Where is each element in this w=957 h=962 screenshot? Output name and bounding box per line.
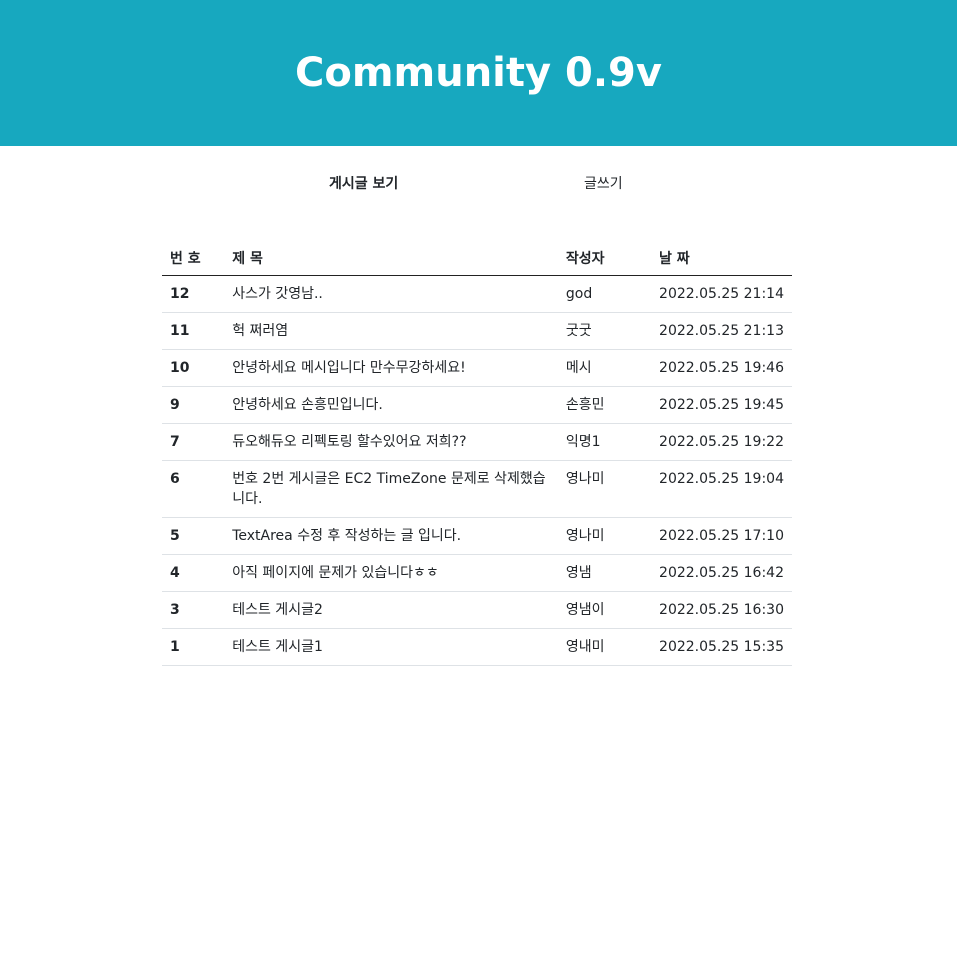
post-number: 7 — [162, 423, 225, 461]
post-list: 12 사스가 갓영남.. god 2022.05.25 21:14 11 헉 쩌러염 굿굿 2… — [162, 275, 792, 666]
post-author: 영내미 — [557, 628, 652, 666]
site-title: Community 0.9v — [295, 50, 662, 96]
table-header-row: 번 호 제 목 작성자 날 짜 — [162, 240, 792, 276]
table-row[interactable]: 3 테스트 게시글2 영냄이 2022.05.25 16:30 — [162, 591, 792, 629]
post-number: 4 — [162, 554, 225, 592]
post-title[interactable]: TextArea 수정 후 작성하는 글 입니다. — [224, 517, 558, 555]
post-author: 손흥민 — [557, 386, 652, 424]
post-title[interactable]: 안녕하세요 메시입니다 만수무강하세요! — [224, 349, 558, 387]
post-author: 메시 — [557, 349, 652, 387]
post-date: 2022.05.25 19:22 — [651, 423, 792, 461]
header-author: 작성자 — [557, 240, 652, 276]
post-number: 1 — [162, 628, 225, 666]
post-date: 2022.05.25 21:13 — [651, 312, 792, 350]
table-row[interactable]: 9 안녕하세요 손흥민입니다. 손흥민 2022.05.25 19:45 — [162, 386, 792, 424]
table-row[interactable]: 12 사스가 갓영남.. god 2022.05.25 21:14 — [162, 275, 792, 313]
post-date: 2022.05.25 21:14 — [651, 275, 792, 313]
post-title[interactable]: 사스가 갓영남.. — [224, 275, 558, 313]
post-date: 2022.05.25 19:46 — [651, 349, 792, 387]
post-number: 9 — [162, 386, 225, 424]
post-title[interactable]: 듀오해듀오 리펙토링 할수있어요 저희?? — [224, 423, 558, 461]
post-date: 2022.05.25 16:42 — [651, 554, 792, 592]
board-nav: 게시글 보기 글쓰기 — [0, 174, 957, 194]
post-author: 영나미 — [557, 517, 652, 555]
post-author: 영나미 — [557, 460, 652, 518]
post-title[interactable]: 아직 페이지에 문제가 있습니다ㅎㅎ — [224, 554, 558, 592]
table-row[interactable]: 7 듀오해듀오 리펙토링 할수있어요 저희?? 익명1 2022.05.25 19:2… — [162, 423, 792, 461]
table-row[interactable]: 10 안녕하세요 메시입니다 만수무강하세요! 메시 2022.05.25 19:46 — [162, 349, 792, 387]
post-author: 굿굿 — [557, 312, 652, 350]
post-date: 2022.05.25 17:10 — [651, 517, 792, 555]
post-author: 영냄 — [557, 554, 652, 592]
post-date: 2022.05.25 15:35 — [651, 628, 792, 666]
post-title[interactable]: 테스트 게시글1 — [224, 628, 558, 666]
post-number: 6 — [162, 460, 225, 518]
post-number: 11 — [162, 312, 225, 350]
view-posts-link[interactable]: 게시글 보기 — [329, 174, 398, 194]
header-num: 번 호 — [162, 240, 225, 276]
post-number: 5 — [162, 517, 225, 555]
write-post-link[interactable]: 글쓰기 — [584, 174, 623, 194]
header-date: 날 짜 — [651, 240, 792, 276]
post-author: 익명1 — [557, 423, 652, 461]
table-row[interactable]: 11 헉 쩌러염 굿굿 2022.05.25 21:13 — [162, 312, 792, 350]
post-title[interactable]: 테스트 게시글2 — [224, 591, 558, 629]
post-date: 2022.05.25 19:04 — [651, 460, 792, 518]
post-title[interactable]: 안녕하세요 손흥민입니다. — [224, 386, 558, 424]
table-row[interactable]: 6 번호 2번 게시글은 EC2 TimeZone 문제로 삭제했습니다. 영나미 2… — [162, 460, 792, 518]
table-row[interactable]: 5 TextArea 수정 후 작성하는 글 입니다. 영나미 2022.05.25 … — [162, 517, 792, 555]
post-title[interactable]: 헉 쩌러염 — [224, 312, 558, 350]
post-title[interactable]: 번호 2번 게시글은 EC2 TimeZone 문제로 삭제했습니다. — [224, 460, 558, 518]
header-title: 제 목 — [224, 240, 558, 276]
post-author: 영냄이 — [557, 591, 652, 629]
post-number: 12 — [162, 275, 225, 313]
post-author: god — [557, 275, 652, 313]
site-header: Community 0.9v — [0, 0, 957, 146]
table-row[interactable]: 4 아직 페이지에 문제가 있습니다ㅎㅎ 영냄 2022.05.25 16:42 — [162, 554, 792, 592]
table-row[interactable]: 1 테스트 게시글1 영내미 2022.05.25 15:35 — [162, 628, 792, 666]
post-date: 2022.05.25 19:45 — [651, 386, 792, 424]
post-table: 번 호 제 목 작성자 날 짜 12 사스가 갓영남.. god 2022.05.25… — [162, 240, 792, 666]
post-number: 3 — [162, 591, 225, 629]
post-number: 10 — [162, 349, 225, 387]
post-date: 2022.05.25 16:30 — [651, 591, 792, 629]
